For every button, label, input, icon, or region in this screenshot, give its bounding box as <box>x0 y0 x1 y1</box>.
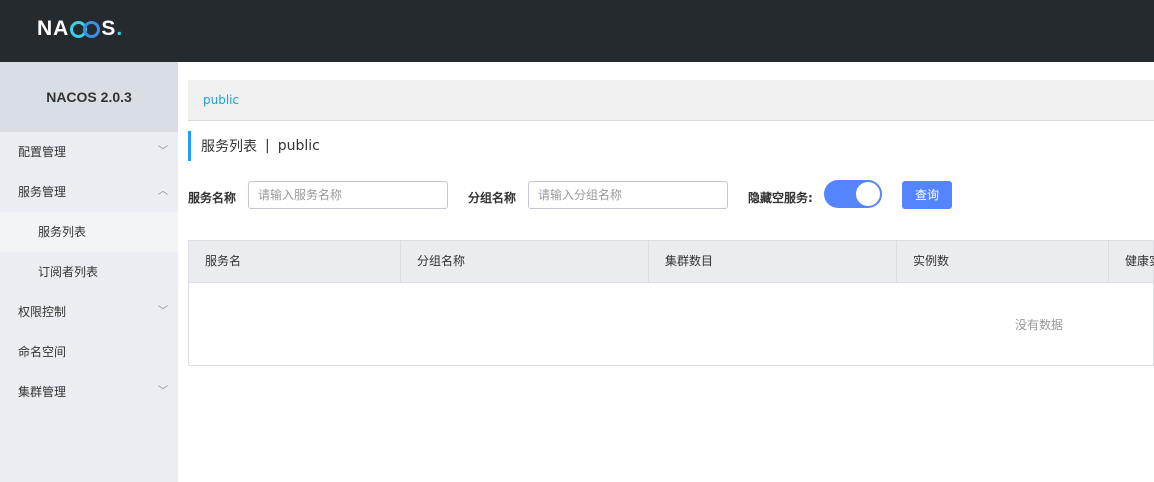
toggle-knob <box>856 182 880 206</box>
sidebar-item-label: 命名空间 <box>18 345 67 359</box>
logo-dot: . <box>116 17 124 40</box>
top-bar: NA S . <box>0 0 1154 62</box>
sidebar-item-config-management[interactable]: 配置管理 ﹀ <box>0 132 178 172</box>
chevron-down-icon: ﹀ <box>158 306 168 317</box>
sidebar-item-label: 集群管理 <box>18 385 67 399</box>
page-title-text: 服务列表 <box>201 139 257 155</box>
sidebar-item-cluster-management[interactable]: 集群管理 ﹀ <box>0 372 178 412</box>
column-header-cluster-count[interactable]: 集群数目 <box>649 241 897 282</box>
hide-empty-services-label: 隐藏空服务: <box>748 191 813 205</box>
namespace-link-public[interactable]: public <box>203 93 239 107</box>
sidebar-item-label: 订阅者列表 <box>38 265 99 279</box>
main-content: public 服务列表 | public 服务名称 请输入服务名称 分组名称 请… <box>178 62 1154 482</box>
service-name-placeholder: 请输入服务名称 <box>258 188 343 202</box>
service-name-label: 服务名称 <box>188 191 237 205</box>
sidebar-item-subscriber-list[interactable]: 订阅者列表 <box>0 252 178 292</box>
group-name-input[interactable]: 请输入分组名称 <box>528 181 728 209</box>
column-header-healthy-instances[interactable]: 健康实例数 <box>1109 241 1154 282</box>
sidebar: NACOS 2.0.3 配置管理 ﹀ 服务管理 ︿ 服务列表 订阅者列表 权限控… <box>0 62 178 482</box>
sidebar-item-namespace[interactable]: 命名空间 <box>0 332 178 372</box>
title-separator: | <box>265 138 270 154</box>
chevron-up-icon: ︿ <box>158 186 168 197</box>
logo-text-right: S <box>101 17 117 40</box>
column-header-group-name[interactable]: 分组名称 <box>401 241 649 282</box>
sidebar-item-label: 服务列表 <box>38 225 87 239</box>
service-table: 服务名 分组名称 集群数目 实例数 健康实例数 没有数据 <box>188 240 1154 366</box>
page-title: 服务列表 | public <box>188 131 320 161</box>
hide-empty-services-toggle[interactable] <box>824 180 882 208</box>
namespace-bar: public <box>188 80 1154 121</box>
empty-table-message: 没有数据 <box>1015 318 1064 332</box>
sidebar-item-access-control[interactable]: 权限控制 ﹀ <box>0 292 178 332</box>
chevron-down-icon: ﹀ <box>158 386 168 397</box>
query-button[interactable]: 查询 <box>902 181 952 209</box>
logo-text-left: NA <box>37 17 70 40</box>
column-header-instance-count[interactable]: 实例数 <box>897 241 1109 282</box>
service-name-input[interactable]: 请输入服务名称 <box>248 181 448 209</box>
sidebar-title: NACOS 2.0.3 <box>0 62 178 132</box>
sidebar-item-label: 服务管理 <box>18 185 67 199</box>
chevron-down-icon: ﹀ <box>158 146 168 157</box>
sidebar-item-label: 配置管理 <box>18 145 67 159</box>
nacos-logo[interactable]: NA S . <box>37 17 123 41</box>
sidebar-item-label: 权限控制 <box>18 305 67 319</box>
sidebar-item-service-management[interactable]: 服务管理 ︿ <box>0 172 178 212</box>
sidebar-item-service-list[interactable]: 服务列表 <box>0 212 178 252</box>
column-header-service-name[interactable]: 服务名 <box>189 241 401 282</box>
group-name-placeholder: 请输入分组名称 <box>538 188 623 202</box>
group-name-label: 分组名称 <box>468 191 517 205</box>
table-header: 服务名 分组名称 集群数目 实例数 健康实例数 <box>189 241 1154 283</box>
logo-rings-icon <box>70 20 101 38</box>
page-title-namespace: public <box>277 138 320 154</box>
